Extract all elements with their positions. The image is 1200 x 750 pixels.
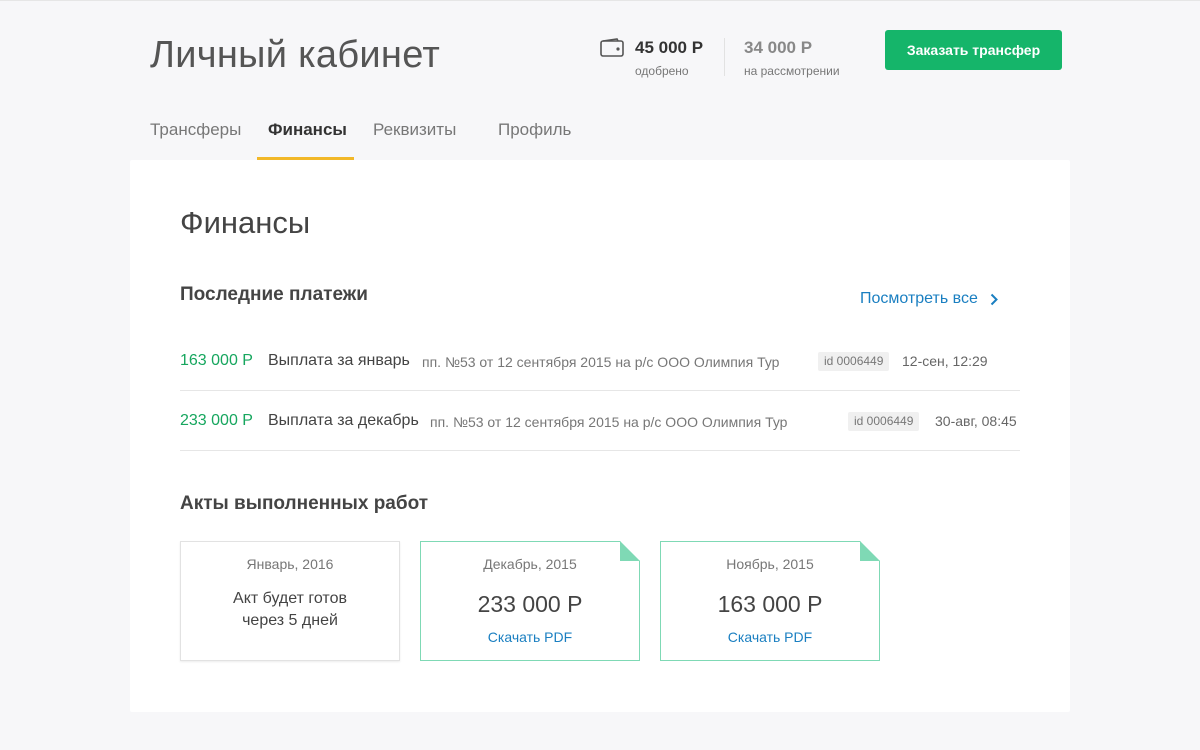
header: Личный кабинет 45 000 Р одобрено 34 000 … bbox=[150, 30, 1062, 84]
act-card: Ноябрь, 2015 163 000 Р Скачать PDF bbox=[660, 541, 880, 661]
payment-date: 30-авг, 08:45 bbox=[935, 413, 1017, 429]
tab-finances[interactable]: Финансы bbox=[268, 120, 347, 140]
balance-divider bbox=[724, 38, 725, 76]
tab-profile[interactable]: Профиль bbox=[498, 120, 571, 140]
payment-row[interactable]: 163 000 Р Выплата за январь пп. №53 от 1… bbox=[180, 331, 1020, 391]
payment-id-badge: id 0006449 bbox=[848, 412, 920, 431]
act-period: Ноябрь, 2015 bbox=[726, 556, 814, 572]
act-pending-note: Акт будет готов через 5 дней bbox=[181, 588, 399, 632]
payment-amount: 233 000 Р bbox=[180, 412, 253, 429]
act-period: Декабрь, 2015 bbox=[483, 556, 577, 572]
payments-title: Последние платежи bbox=[180, 284, 368, 305]
top-divider bbox=[0, 0, 1200, 1]
acts-title: Акты выполненных работ bbox=[180, 493, 429, 514]
act-note-line: Акт будет готов bbox=[233, 590, 347, 607]
payment-title: Выплата за январь bbox=[268, 352, 410, 369]
payment-id-badge: id 0006449 bbox=[818, 352, 890, 371]
tab-bar: Трансферы Финансы Реквизиты Профиль bbox=[150, 110, 850, 160]
payment-detail: пп. №53 от 12 сентября 2015 на р/с ООО О… bbox=[430, 414, 788, 430]
act-amount: 233 000 Р bbox=[477, 591, 583, 617]
review-amount: 34 000 Р bbox=[744, 38, 813, 57]
download-pdf-link[interactable]: Скачать PDF bbox=[421, 629, 639, 645]
act-amount: 163 000 Р bbox=[717, 591, 823, 617]
download-pdf-link[interactable]: Скачать PDF bbox=[661, 629, 879, 645]
approved-label: одобрено bbox=[635, 64, 689, 78]
wallet-icon bbox=[600, 38, 624, 58]
view-all-label: Посмотреть все bbox=[860, 290, 978, 307]
payment-row[interactable]: 233 000 Р Выплата за декабрь пп. №53 от … bbox=[180, 391, 1020, 451]
page-title: Личный кабинет bbox=[150, 34, 441, 76]
tab-transfers[interactable]: Трансферы bbox=[150, 120, 241, 140]
view-all-link[interactable]: Посмотреть все bbox=[860, 290, 998, 308]
section-title: Финансы bbox=[180, 205, 311, 240]
payment-detail: пп. №53 от 12 сентября 2015 на р/с ООО О… bbox=[422, 354, 780, 370]
payment-date: 12-сен, 12:29 bbox=[902, 353, 988, 369]
payment-amount: 163 000 Р bbox=[180, 352, 253, 369]
review-label: на рассмотрении bbox=[744, 64, 840, 78]
chevron-right-icon bbox=[990, 293, 998, 305]
act-period: Январь, 2016 bbox=[246, 556, 334, 572]
approved-amount: 45 000 Р bbox=[635, 38, 704, 57]
tab-requisites[interactable]: Реквизиты bbox=[373, 120, 456, 140]
act-card-pending: Январь, 2016 Акт будет готов через 5 дне… bbox=[180, 541, 400, 661]
act-note-line: через 5 дней bbox=[242, 612, 338, 629]
payment-title: Выплата за декабрь bbox=[268, 412, 419, 429]
order-transfer-button[interactable]: Заказать трансфер bbox=[885, 30, 1062, 70]
finances-card: Финансы Последние платежи Посмотреть все… bbox=[130, 160, 1070, 712]
act-card: Декабрь, 2015 233 000 Р Скачать PDF bbox=[420, 541, 640, 661]
